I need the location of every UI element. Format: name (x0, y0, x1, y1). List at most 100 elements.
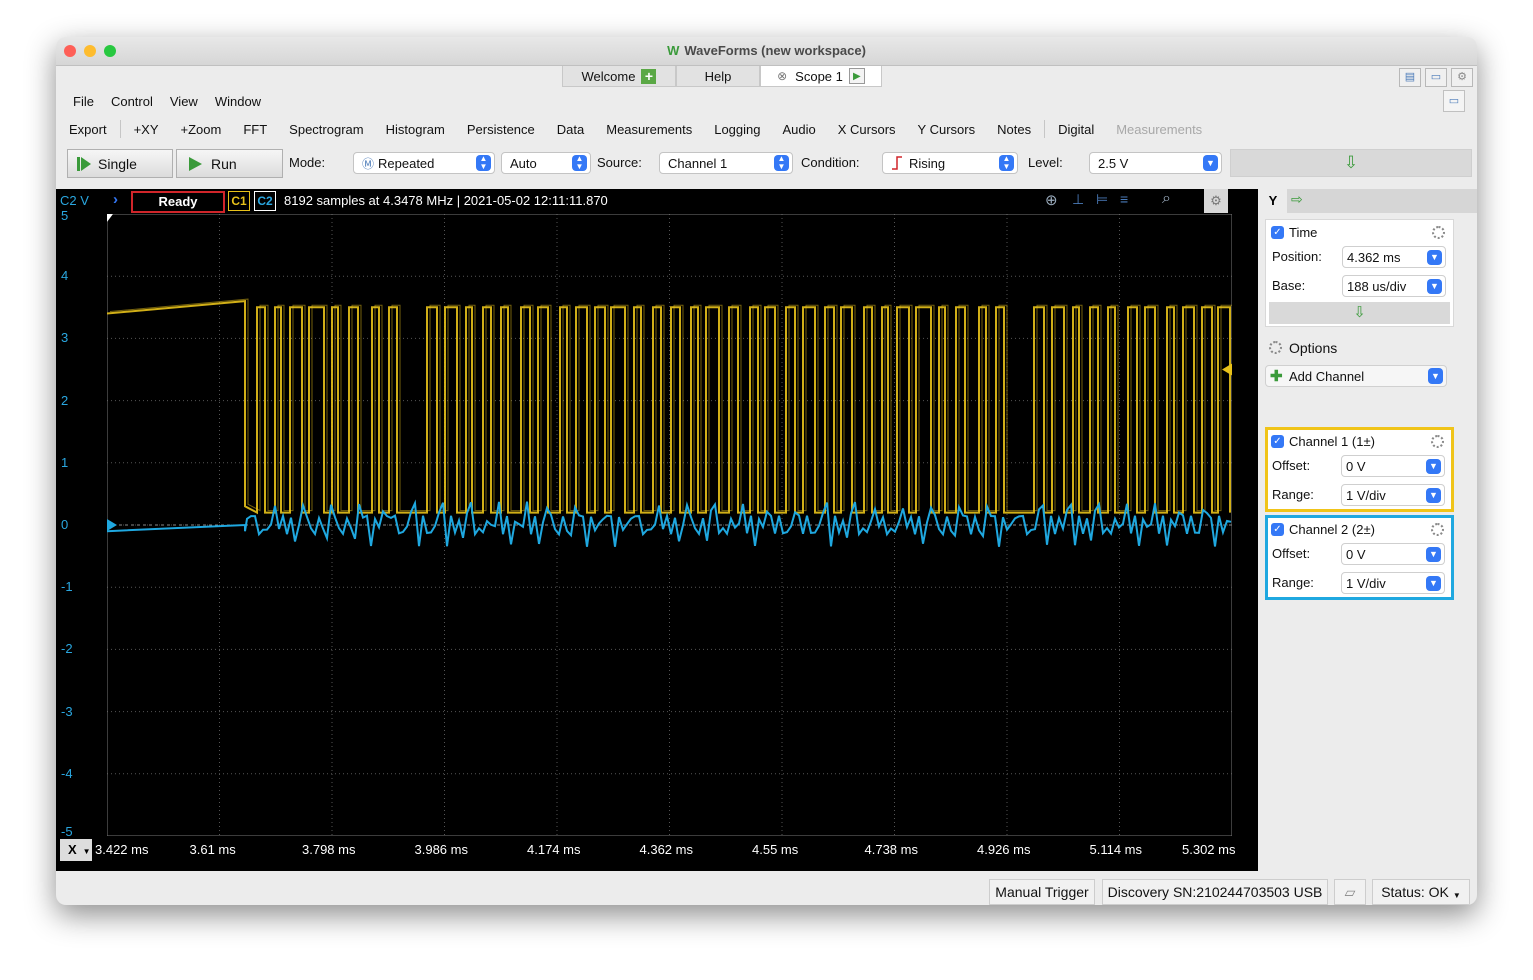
notes-button[interactable]: Notes (986, 122, 1042, 137)
manual-trigger-button[interactable]: Manual Trigger (989, 879, 1095, 905)
waveform-plot[interactable] (107, 214, 1232, 836)
measurements-button[interactable]: Measurements (595, 122, 703, 137)
settings-gear-icon[interactable]: ⚙ (1451, 68, 1473, 87)
panel-tab-y[interactable]: Y (1259, 189, 1287, 213)
cascade-icon[interactable]: ▤ (1399, 68, 1421, 87)
rising-edge-icon (892, 156, 902, 170)
menu-view[interactable]: View (170, 94, 198, 109)
persistence-button[interactable]: Persistence (456, 122, 546, 137)
device-info[interactable]: Discovery SN:210244703503 USB (1102, 879, 1328, 905)
x-cursors-button[interactable]: X Cursors (827, 122, 907, 137)
channel-2-gear-icon[interactable] (1431, 523, 1444, 536)
channel-1-badge[interactable]: C1 (228, 191, 250, 211)
base-select[interactable]: 188 us/div ▼ (1342, 275, 1446, 297)
spectrogram-button[interactable]: Spectrogram (278, 122, 374, 137)
zoom-in-icon[interactable]: ⊕ (1045, 191, 1058, 209)
x-axis-button-label: X (68, 842, 77, 857)
y-cursors-button[interactable]: Y Cursors (907, 122, 987, 137)
auto-value: Auto (510, 155, 537, 171)
time-collapse-button[interactable]: ⇩ (1269, 302, 1450, 324)
channel-2-offset-select[interactable]: 0 V ▼ (1341, 543, 1445, 565)
y-tick-label: 2 (61, 392, 69, 408)
x-tick-label: 4.174 ms (527, 842, 581, 857)
split-icon[interactable]: ▭ (1425, 68, 1447, 87)
tab-scope-1[interactable]: ⊗ Scope 1 ▶ (760, 66, 882, 87)
channel-2-checkbox[interactable]: ✓ (1271, 523, 1284, 536)
auto-select[interactable]: Auto ▲ ▼ (501, 152, 591, 174)
menu-bar: File Control View Window ▭ (56, 90, 1477, 112)
mode-select[interactable]: Ⓜ Repeated ▲ ▼ (353, 152, 495, 174)
add-tab-icon[interactable]: + (641, 68, 657, 84)
channel-1-checkbox[interactable]: ✓ (1271, 435, 1284, 448)
channel-1-gear-icon[interactable] (1431, 435, 1444, 448)
audio-button[interactable]: Audio (772, 122, 827, 137)
panel-collapse-icon[interactable]: ⇨ (1291, 191, 1303, 208)
single-button[interactable]: Single (67, 149, 173, 178)
chevron-updown-icon: ▲ ▼ (476, 155, 491, 171)
source-select[interactable]: Channel 1 ▲ ▼ (659, 152, 793, 174)
status-ready-badge: Ready (131, 191, 225, 213)
zoom-button[interactable]: +Zoom (170, 122, 233, 137)
tab-welcome[interactable]: Welcome + (562, 66, 676, 87)
add-channel-select[interactable]: ✚ Add Channel ▼ (1265, 365, 1447, 387)
settings-panel: Y ⇨ ✓ Time Position: 4.362 ms ▼ Base: 18… (1259, 189, 1477, 871)
tab-close-icon[interactable]: ⊗ (777, 69, 787, 83)
menu-window[interactable]: Window (215, 94, 261, 109)
y-unit-label: C2 V (60, 193, 89, 208)
status-indicator[interactable]: Status: OK ▼ (1372, 879, 1470, 905)
view-toolbar: Export +XY +Zoom FFT Spectrogram Histogr… (56, 118, 1477, 140)
x-tick-label: 3.422 ms (95, 842, 149, 857)
x-tick-label: 4.362 ms (639, 842, 693, 857)
stack-tool-icon[interactable]: ≡ (1120, 191, 1128, 207)
app-window: W WaveForms (new workspace) Welcome + Hel… (56, 37, 1477, 905)
histogram-button[interactable]: Histogram (375, 122, 456, 137)
status-bar: Manual Trigger Discovery SN:210244703503… (56, 877, 1477, 905)
fft-button[interactable]: FFT (232, 122, 278, 137)
y-tick-label: -1 (61, 579, 73, 595)
channel-1-offset-value: 0 V (1346, 458, 1366, 474)
run-button[interactable]: Run (176, 149, 283, 178)
tab-help[interactable]: Help (676, 66, 760, 87)
add-channel-label: Add Channel (1289, 369, 1365, 384)
level-select[interactable]: 2.5 V ▼ (1089, 152, 1222, 174)
window-title: W WaveForms (new workspace) (56, 43, 1477, 58)
channel-2-range-select[interactable]: 1 V/div ▼ (1341, 572, 1445, 594)
add-channel-plus-icon: ✚ (1270, 368, 1283, 385)
menu-file[interactable]: File (73, 94, 94, 109)
cursor-tool-icon[interactable]: ⊥ (1072, 191, 1084, 208)
y-tick-label: 1 (61, 454, 69, 470)
position-select[interactable]: 4.362 ms ▼ (1342, 246, 1446, 268)
channel-1-offset-select[interactable]: 0 V ▼ (1341, 455, 1445, 477)
trigger-collapse-button[interactable]: ⇩ (1230, 149, 1472, 177)
x-tick-label: 3.798 ms (302, 842, 356, 857)
channel-2-badge[interactable]: C2 (254, 191, 276, 211)
scope-info-bar: C2 V › Ready C1 C2 8192 samples at 4.347… (56, 189, 1258, 213)
run-label: Run (211, 155, 237, 172)
menu-control[interactable]: Control (111, 94, 153, 109)
chevron-down-icon: ▼ (1452, 890, 1461, 900)
digital-button[interactable]: Digital (1047, 122, 1105, 137)
logging-button[interactable]: Logging (703, 122, 771, 137)
eraser-icon[interactable]: ▱ (1334, 879, 1366, 905)
channel-1-range-select[interactable]: 1 V/div ▼ (1341, 484, 1445, 506)
chevron-down-icon: ▼ (1428, 368, 1443, 384)
magnify-icon[interactable]: ⌕ (1162, 190, 1171, 208)
chevron-down-icon: ▼ (1426, 488, 1441, 503)
time-gear-icon[interactable] (1432, 226, 1445, 239)
condition-select[interactable]: Rising ▲ ▼ (882, 152, 1018, 174)
data-button[interactable]: Data (546, 122, 595, 137)
down-arrow-icon: ⇩ (1343, 153, 1359, 172)
scope-settings-gear-icon[interactable]: ⚙ (1204, 189, 1228, 213)
xy-button[interactable]: +XY (123, 122, 170, 137)
play-icon[interactable]: ▶ (848, 68, 865, 84)
undock-icon[interactable]: ▭ (1443, 90, 1465, 112)
time-checkbox[interactable]: ✓ (1271, 226, 1284, 239)
channel-2-offset-value: 0 V (1346, 546, 1366, 562)
export-button[interactable]: Export (56, 122, 118, 137)
acquisition-controls: Single Run Mode: Ⓜ Repeated ▲ ▼ Auto ▲ ▼ S… (56, 145, 1477, 181)
align-tool-icon[interactable]: ⊨ (1096, 191, 1108, 208)
trigger-arrow-icon[interactable]: › (113, 191, 118, 208)
options-label: Options (1289, 340, 1338, 356)
x-axis-button[interactable]: X ▼ (60, 839, 92, 861)
x-tick-label: 4.738 ms (864, 842, 918, 857)
